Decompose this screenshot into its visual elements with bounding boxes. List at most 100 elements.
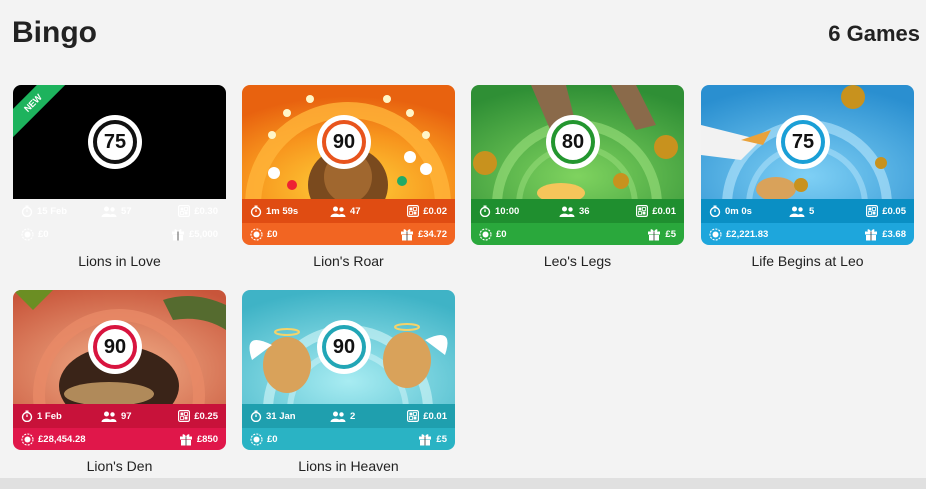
ball-count-badge: 75	[88, 115, 142, 169]
ball-count-badge: 90	[317, 320, 371, 374]
game-name[interactable]: Life Begins at Leo	[701, 253, 914, 269]
jackpot-icon	[250, 432, 263, 446]
jackpot: £0	[250, 227, 370, 241]
card-price-icon	[178, 410, 191, 422]
gift-icon	[179, 432, 193, 446]
game-name[interactable]: Lions in Love	[13, 253, 226, 269]
players-icon	[101, 206, 117, 217]
ball-count: 80	[551, 120, 595, 164]
game-card-lions-in-heaven[interactable]: 90 31 Jan 2 £0.01 £0 £5 Lions in Heaven	[242, 290, 455, 474]
stats-bar: 31 Jan 2 £0.01	[242, 404, 455, 428]
prizes-bar: £0 £34.72	[242, 223, 455, 245]
prizes-bar: £0 £5,000	[13, 223, 226, 245]
ball-count-badge: 75	[776, 115, 830, 169]
prize: £5,000	[171, 227, 218, 241]
ticket-price: £0.30	[178, 205, 218, 217]
game-card-leos-legs[interactable]: 80 10:00 36 £0.01 £0 £5 Leo's Legs	[471, 85, 684, 269]
stats-bar: 10:00 36 £0.01	[471, 199, 684, 223]
jackpot-icon	[21, 432, 34, 446]
page-title: Bingo	[12, 16, 97, 49]
jackpot: £2,221.83	[709, 227, 829, 241]
stopwatch-icon	[21, 205, 33, 217]
stopwatch-icon	[479, 205, 491, 217]
stopwatch-icon	[250, 410, 262, 422]
start-time: 1m 59s	[250, 205, 330, 217]
gift-icon	[647, 227, 661, 241]
stopwatch-icon	[250, 205, 262, 217]
gift-icon	[418, 432, 432, 446]
prize: £850	[179, 432, 218, 446]
players-icon	[330, 206, 346, 217]
jackpot: £0	[21, 227, 141, 241]
stopwatch-icon	[21, 410, 33, 422]
player-count: 97	[101, 411, 169, 422]
prize: £5	[647, 227, 676, 241]
stats-bar: 1 Feb 97 £0.25	[13, 404, 226, 428]
start-time: 15 Feb	[21, 205, 101, 217]
game-tile[interactable]: 75 0m 0s 5 £0.05 £2,221.83 £3.68	[701, 85, 914, 245]
page-header: Bingo 6 Games	[12, 16, 920, 50]
players-icon	[789, 206, 805, 217]
game-card-lions-in-love[interactable]: NEW 75 15 Feb 57 £0.30 £0 £5,000 Lions i…	[13, 85, 226, 269]
game-name[interactable]: Lions in Heaven	[242, 458, 455, 474]
game-tile[interactable]: NEW 75 15 Feb 57 £0.30 £0 £5,000	[13, 85, 226, 245]
start-time: 1 Feb	[21, 410, 101, 422]
gift-icon	[171, 227, 185, 241]
game-name[interactable]: Leo's Legs	[471, 253, 684, 269]
card-price-icon	[866, 205, 879, 217]
jackpot-icon	[250, 227, 263, 241]
stats-bar: 0m 0s 5 £0.05	[701, 199, 914, 223]
prize: £5	[418, 432, 447, 446]
game-tile[interactable]: 80 10:00 36 £0.01 £0 £5	[471, 85, 684, 245]
ticket-price: £0.05	[866, 205, 906, 217]
card-price-icon	[407, 205, 420, 217]
game-tile[interactable]: 90 1m 59s 47 £0.02 £0 £34.72	[242, 85, 455, 245]
ball-count: 75	[781, 120, 825, 164]
game-tile[interactable]: 90 1 Feb 97 £0.25 £28,454.28 £850	[13, 290, 226, 450]
players-icon	[101, 411, 117, 422]
players-icon	[559, 206, 575, 217]
players-icon	[330, 411, 346, 422]
ticket-price: £0.01	[407, 410, 447, 422]
ball-count-badge: 90	[88, 320, 142, 374]
prizes-bar: £0 £5	[471, 223, 684, 245]
game-card-lions-den[interactable]: 90 1 Feb 97 £0.25 £28,454.28 £850 Lion's…	[13, 290, 226, 474]
card-price-icon	[636, 205, 649, 217]
horizontal-scrollbar[interactable]	[0, 478, 926, 489]
player-count: 2	[330, 411, 398, 422]
ticket-price: £0.02	[407, 205, 447, 217]
game-name[interactable]: Lion's Roar	[242, 253, 455, 269]
start-time: 31 Jan	[250, 410, 330, 422]
game-card-lions-roar[interactable]: 90 1m 59s 47 £0.02 £0 £34.72 Lion's Roar	[242, 85, 455, 269]
start-time: 0m 0s	[709, 205, 789, 217]
ball-count: 90	[93, 325, 137, 369]
game-card-life-begins-at-leo[interactable]: 75 0m 0s 5 £0.05 £2,221.83 £3.68 Life Be…	[701, 85, 914, 269]
stats-bar: 15 Feb 57 £0.30	[13, 199, 226, 223]
game-name[interactable]: Lion's Den	[13, 458, 226, 474]
jackpot-icon	[21, 227, 34, 241]
ball-count-badge: 80	[546, 115, 600, 169]
jackpot: £0	[250, 432, 370, 446]
ticket-price: £0.01	[636, 205, 676, 217]
game-tile[interactable]: 90 31 Jan 2 £0.01 £0 £5	[242, 290, 455, 450]
jackpot-icon	[479, 227, 492, 241]
prize: £3.68	[864, 227, 906, 241]
stopwatch-icon	[709, 205, 721, 217]
jackpot-icon	[709, 227, 722, 241]
player-count: 57	[101, 206, 169, 217]
player-count: 36	[559, 206, 627, 217]
ticket-price: £0.25	[178, 410, 218, 422]
prize: £34.72	[400, 227, 447, 241]
stats-bar: 1m 59s 47 £0.02	[242, 199, 455, 223]
prizes-bar: £0 £5	[242, 428, 455, 450]
card-price-icon	[407, 410, 420, 422]
gift-icon	[864, 227, 878, 241]
prizes-bar: £28,454.28 £850	[13, 428, 226, 450]
prizes-bar: £2,221.83 £3.68	[701, 223, 914, 245]
gift-icon	[400, 227, 414, 241]
ball-count: 90	[322, 325, 366, 369]
games-count: 6 Games	[828, 21, 920, 46]
jackpot: £0	[479, 227, 599, 241]
ball-count: 75	[93, 120, 137, 164]
player-count: 5	[789, 206, 857, 217]
